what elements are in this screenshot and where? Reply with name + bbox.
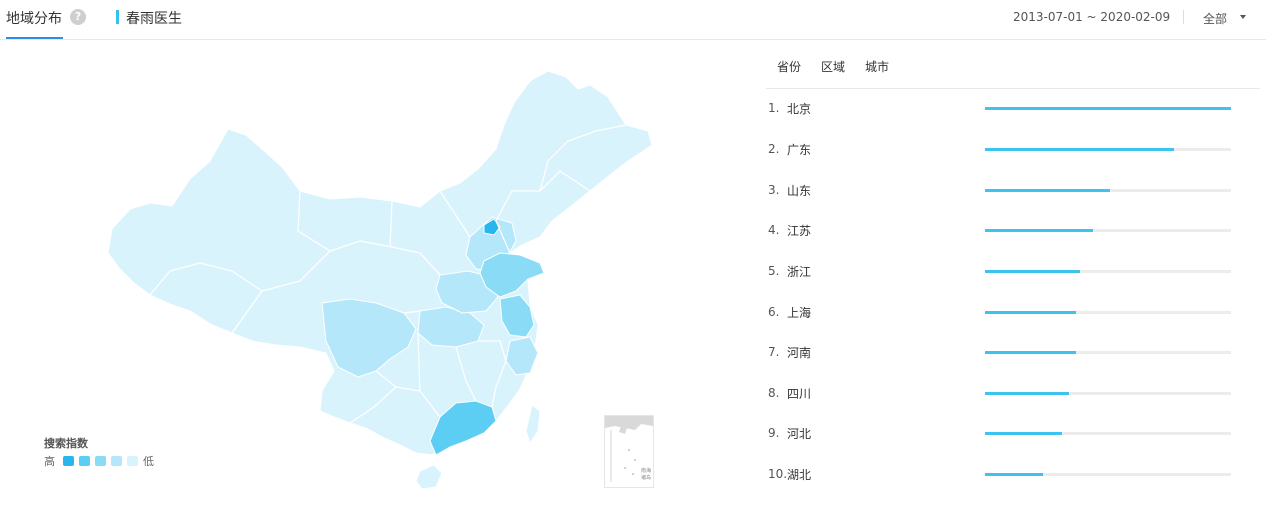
ranking-province-name: 江苏 xyxy=(787,224,812,238)
ranking-row[interactable]: 1. 北京 xyxy=(766,99,1260,119)
legend-high-label: 高 xyxy=(44,455,55,468)
date-range-picker[interactable]: 2013-07-01 ~ 2020-02-09 xyxy=(1013,10,1170,24)
ranking-index: 5. xyxy=(768,264,780,278)
ranking-bar-fill xyxy=(985,392,1069,395)
ranking-bar-fill xyxy=(985,229,1093,232)
header-divider xyxy=(1183,10,1184,24)
header-bar: 地域分布 ? 春雨医生 2013-07-01 ~ 2020-02-09 全部 xyxy=(0,0,1266,40)
map-taiwan xyxy=(525,404,541,445)
ranking-index: 7. xyxy=(768,345,780,359)
ranking-province-name: 北京 xyxy=(787,102,812,116)
ranking-row[interactable]: 6. 上海 xyxy=(766,303,1260,323)
ranking-row[interactable]: 4. 江苏 xyxy=(766,221,1260,241)
tab-region[interactable]: 区域 xyxy=(821,58,845,75)
scope-dropdown[interactable]: 全部 xyxy=(1203,10,1227,27)
ranking-bar-track xyxy=(985,392,1231,395)
chevron-down-icon[interactable] xyxy=(1240,15,1246,19)
china-map-panel: 搜索指数 高 低 南海诸岛 xyxy=(0,41,760,510)
ranking-bar-track xyxy=(985,351,1231,354)
keyword-text: 春雨医生 xyxy=(126,11,182,27)
ranking-province-name: 湖北 xyxy=(787,468,812,482)
ranking-bar-track xyxy=(985,311,1231,314)
ranking-province-name: 广东 xyxy=(787,143,812,157)
legend-swatch-4 xyxy=(111,456,122,466)
ranking-bar-track xyxy=(985,270,1231,273)
inset-label: 南海诸岛 xyxy=(641,468,652,481)
ranking-index: 6. xyxy=(768,305,780,319)
ranking-bar-track xyxy=(985,229,1231,232)
keyword-color-marker xyxy=(116,10,119,24)
legend-swatch-3 xyxy=(95,456,106,466)
legend-title: 搜索指数 xyxy=(44,437,88,450)
map-landmass xyxy=(107,70,653,456)
ranking-index: 1. xyxy=(768,101,780,115)
ranking-row[interactable]: 3. 山东 xyxy=(766,181,1260,201)
ranking-bar-fill xyxy=(985,189,1110,192)
ranking-bar-fill xyxy=(985,107,1231,110)
ranking-bar-track xyxy=(985,473,1231,476)
active-tab-underline xyxy=(6,37,63,39)
legend-swatch-2 xyxy=(79,456,90,466)
ranking-bar-fill xyxy=(985,311,1076,314)
ranking-bar-fill xyxy=(985,148,1174,151)
tab-title: 地域分布 xyxy=(6,11,62,27)
tab-province[interactable]: 省份 xyxy=(777,58,801,75)
ranking-index: 4. xyxy=(768,223,780,237)
ranking-index: 3. xyxy=(768,183,780,197)
ranking-bar-fill xyxy=(985,351,1076,354)
ranking-bar-track xyxy=(985,148,1231,151)
ranking-index: 10. xyxy=(768,467,788,481)
ranking-panel: 省份 区域 城市 1. 北京 2. 广东 3. 山东 4. 江苏 5. 浙江 6. 上海 7. 河南 8. 四… xyxy=(766,41,1260,501)
ranking-province-name: 四川 xyxy=(787,387,812,401)
map-legend: 搜索指数 高 低 xyxy=(44,435,154,468)
ranking-index: 2. xyxy=(768,142,780,156)
ranking-row[interactable]: 7. 河南 xyxy=(766,343,1260,363)
south-china-sea-inset: 南海诸岛 xyxy=(604,415,654,488)
ranking-province-name: 山东 xyxy=(787,184,812,198)
ranking-index: 9. xyxy=(768,426,780,440)
ranking-row[interactable]: 2. 广东 xyxy=(766,140,1260,160)
ranking-province-name: 浙江 xyxy=(787,265,812,279)
ranking-bar-track xyxy=(985,189,1231,192)
tab-city[interactable]: 城市 xyxy=(865,58,889,75)
ranking-bar-fill xyxy=(985,473,1043,476)
map-hainan xyxy=(415,464,443,490)
ranking-bar-fill xyxy=(985,270,1080,273)
ranking-row[interactable]: 9. 河北 xyxy=(766,424,1260,444)
legend-swatch-1 xyxy=(63,456,74,466)
ranking-row[interactable]: 10. 湖北 xyxy=(766,465,1260,485)
ranking-tabs: 省份 区域 城市 xyxy=(766,41,1260,89)
question-circle-icon[interactable]: ? xyxy=(70,9,86,25)
ranking-index: 8. xyxy=(768,386,780,400)
ranking-province-name: 上海 xyxy=(787,306,812,320)
legend-swatch-5 xyxy=(127,456,138,466)
ranking-province-name: 河北 xyxy=(787,427,812,441)
legend-low-label: 低 xyxy=(143,455,154,468)
ranking-row[interactable]: 5. 浙江 xyxy=(766,262,1260,282)
legend-scale: 高 低 xyxy=(44,453,164,468)
ranking-bar-track xyxy=(985,107,1231,110)
ranking-bar-fill xyxy=(985,432,1062,435)
ranking-row[interactable]: 8. 四川 xyxy=(766,384,1260,404)
ranking-bar-track xyxy=(985,432,1231,435)
ranking-province-name: 河南 xyxy=(787,346,812,360)
